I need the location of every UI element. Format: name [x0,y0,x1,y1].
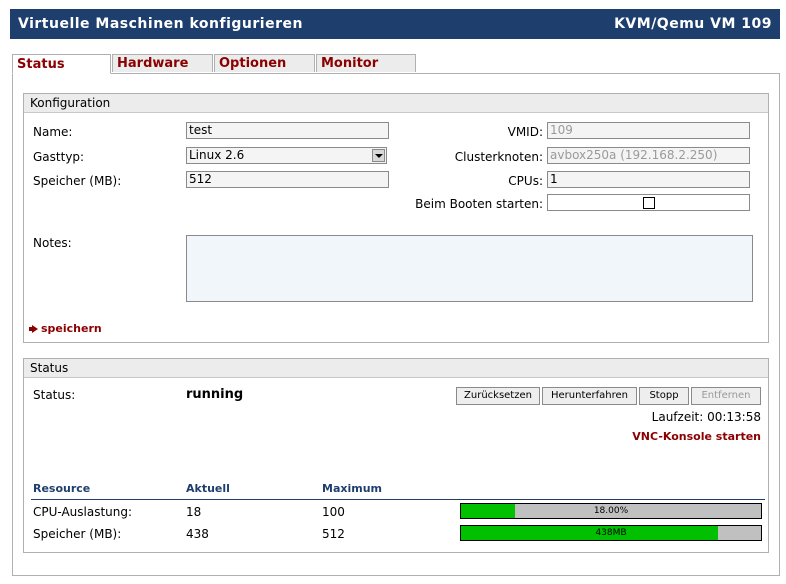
memory-usage-bar: 438MB [460,525,762,541]
config-panel: Konfiguration Name: test Gasttyp: Linux … [23,93,769,343]
arrow-right-icon [32,325,38,333]
config-panel-title: Konfiguration [24,94,768,113]
tab-hardware[interactable]: Hardware [112,54,213,72]
boot-field [547,194,750,211]
chevron-down-icon[interactable] [372,149,385,162]
cpus-label: CPUs: [508,174,543,188]
notes-label: Notes: [33,236,72,250]
tab-bar: Status Hardware Optionen Monitor [12,54,417,74]
stop-button[interactable]: Stopp [639,387,689,405]
col-header-aktuell: Aktuell [186,482,230,495]
col-header-resource: Resource [33,482,91,495]
vmid-field: 109 [547,122,750,139]
name-field[interactable]: test [186,122,389,139]
table-divider [31,499,765,500]
name-label: Name: [33,125,73,139]
status-panel-title: Status [24,359,768,378]
boot-checkbox[interactable] [643,197,655,209]
status-value: running [186,387,244,402]
speicher-label: Speicher (MB): [33,174,122,188]
row-current: 438 [186,527,209,541]
reset-button[interactable]: Zurücksetzen [456,387,540,405]
tab-optionen[interactable]: Optionen [214,54,315,72]
save-label: speichern [41,322,102,335]
row-maximum: 512 [322,527,345,541]
memory-usage-bar-text: 438MB [595,528,627,538]
cpus-field[interactable]: 1 [547,171,750,188]
status-panel: Status Status: running Zurücksetzen Heru… [23,358,769,553]
window-header: Virtuelle Maschinen konfigurieren KVM/Qe… [10,9,780,39]
clusterknoten-field: avbox250a (192.168.2.250) [547,147,750,164]
row-resource: CPU-Auslastung: [33,505,133,519]
save-link[interactable]: speichern [29,322,102,335]
gasttyp-select[interactable]: Linux 2.6 [186,147,387,164]
row-resource: Speicher (MB): [33,527,122,541]
status-label: Status: [33,388,76,402]
remove-button: Entfernen [691,387,761,405]
tab-monitor[interactable]: Monitor [316,54,416,72]
shutdown-button[interactable]: Herunterfahren [542,387,637,405]
gasttyp-value: Linux 2.6 [189,148,245,162]
cpu-usage-bar: 18.00% [460,503,762,519]
notes-textarea[interactable] [186,235,753,302]
page-title: Virtuelle Maschinen konfigurieren [18,16,303,32]
gasttyp-label: Gasttyp: [33,150,85,164]
col-header-maximum: Maximum [322,482,382,495]
boot-label: Beim Booten starten: [415,197,543,211]
vm-title: KVM/Qemu VM 109 [614,16,772,32]
tab-status[interactable]: Status [12,54,111,74]
vmid-label: VMID: [507,125,543,139]
uptime-text: Laufzeit: 00:13:58 [651,410,761,424]
row-current: 18 [186,505,202,519]
speicher-field[interactable]: 512 [186,171,389,188]
cpu-usage-bar-text: 18.00% [593,506,629,516]
vnc-console-link[interactable]: VNC-Konsole starten [561,430,761,443]
clusterknoten-label: Clusterknoten: [454,150,543,164]
row-maximum: 100 [322,505,345,519]
